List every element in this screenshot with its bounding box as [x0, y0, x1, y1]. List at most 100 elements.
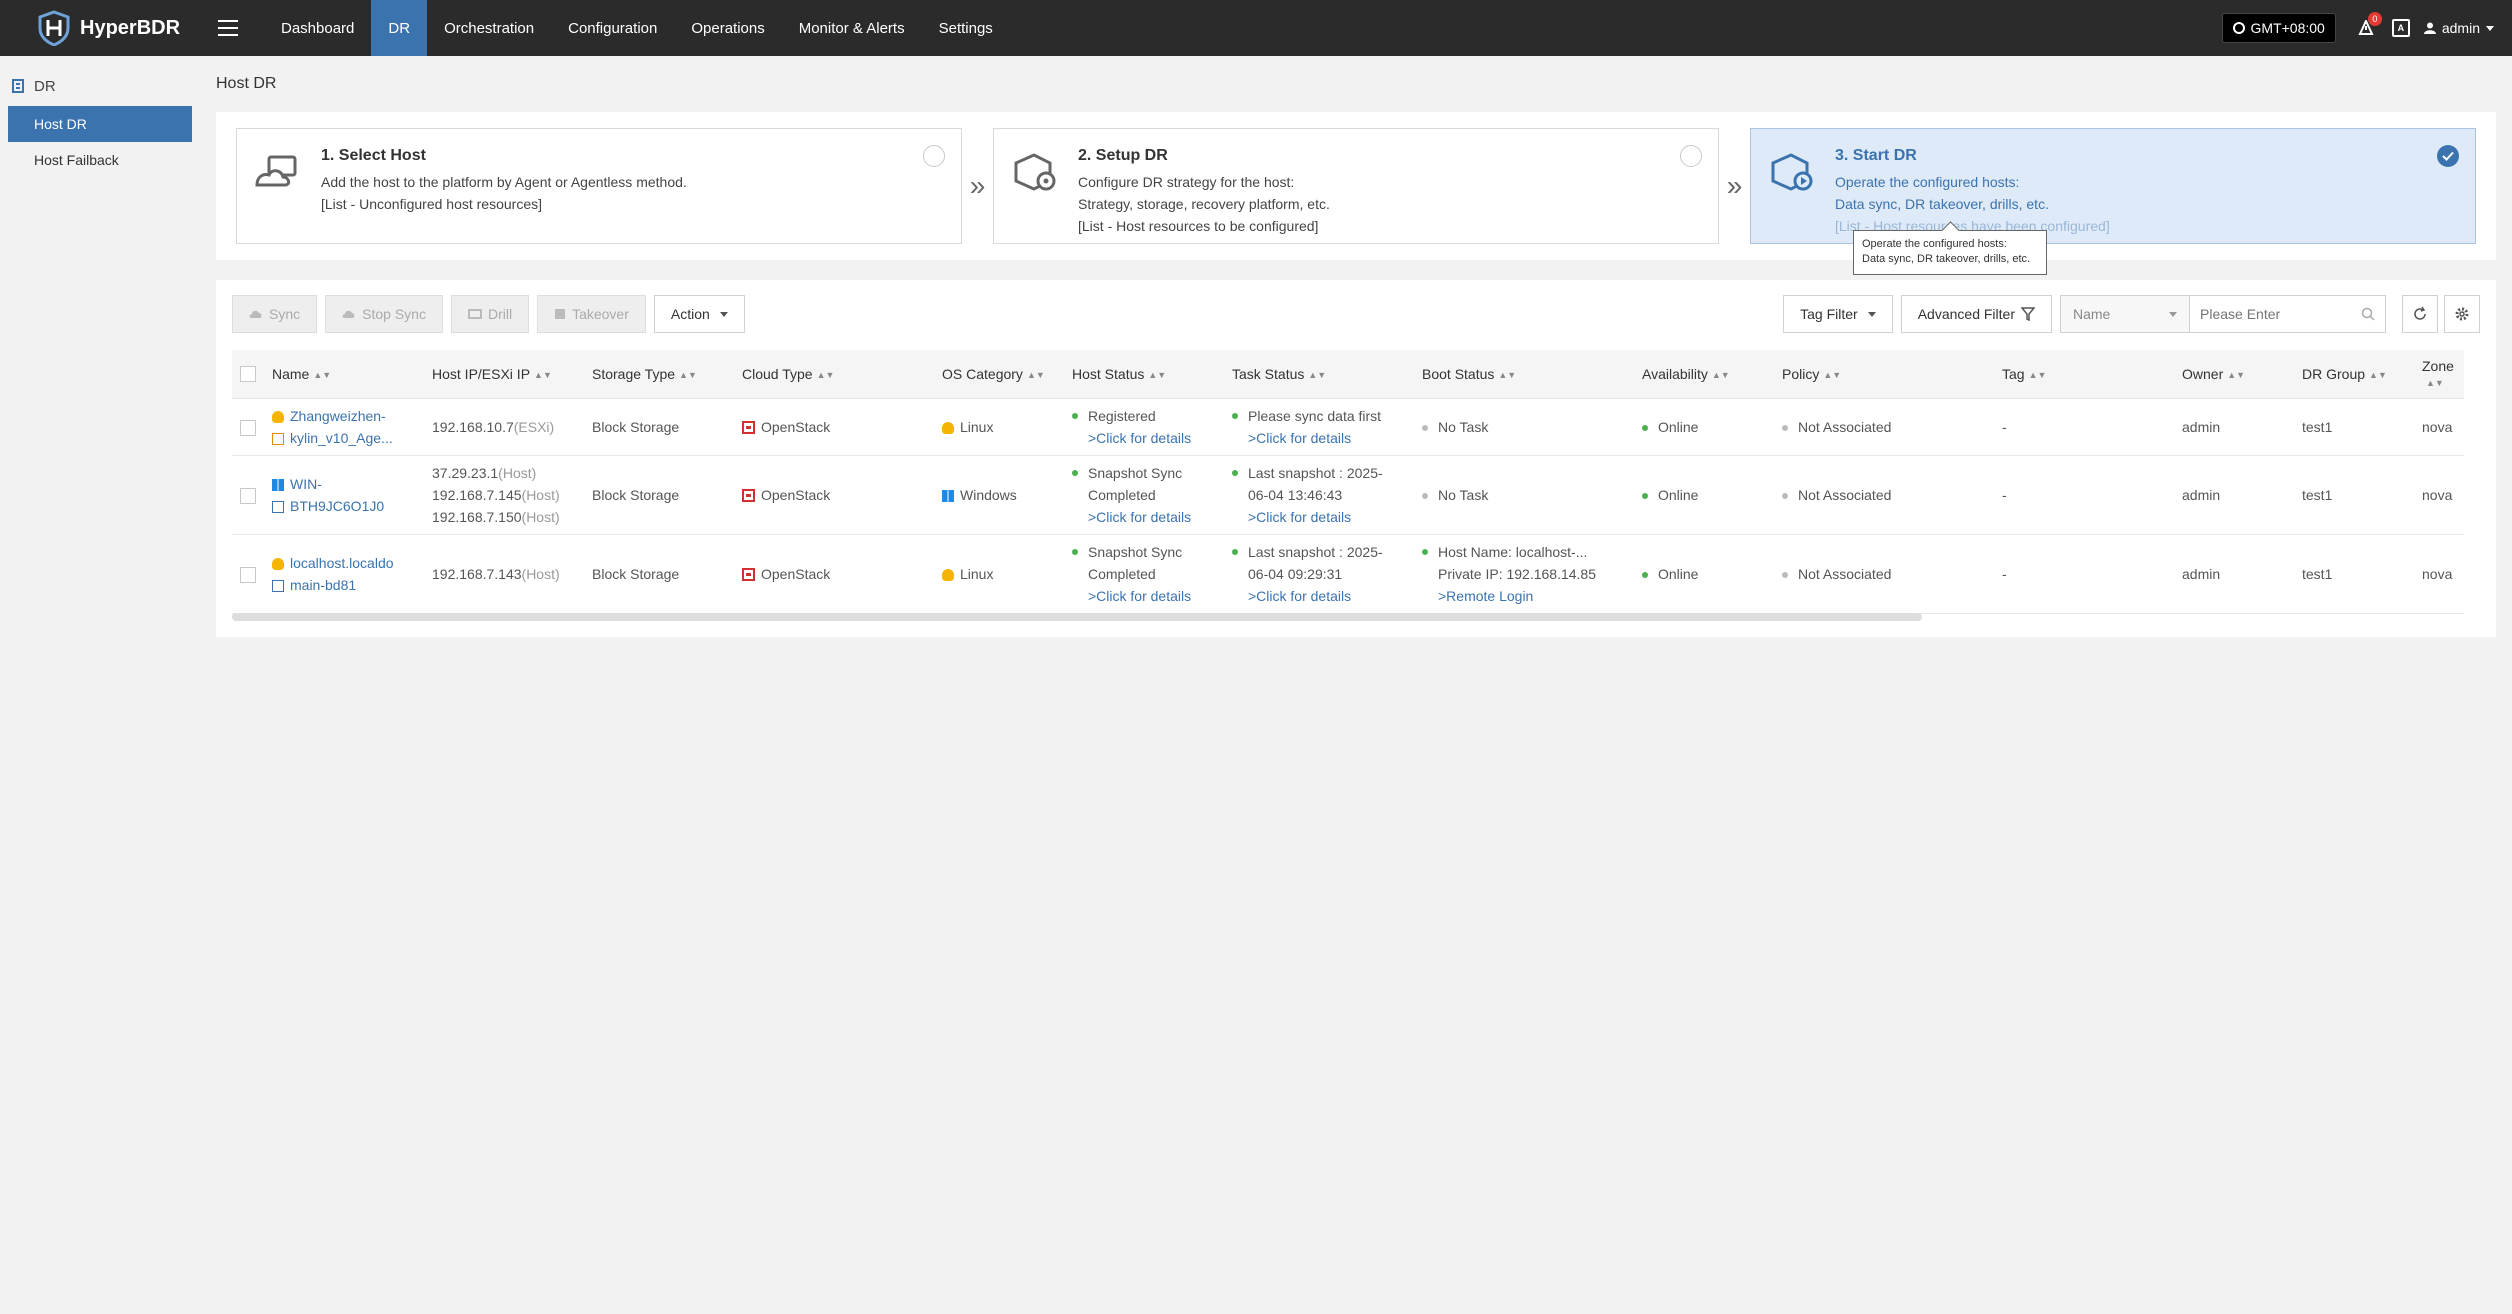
user-icon — [2423, 22, 2436, 34]
status-dot — [1782, 492, 1788, 499]
app-logo[interactable]: HyperBDR — [36, 9, 186, 47]
check-circle-icon[interactable] — [2437, 145, 2459, 167]
search-icon[interactable] — [2361, 307, 2375, 321]
takeover-button[interactable]: Takeover — [537, 295, 646, 333]
host-status-cell: Snapshot Sync Completed >Click for details — [1064, 534, 1224, 614]
table-row[interactable]: WIN- BTH9JC6O1J0 37.29.23.1(Host) 192.16… — [232, 455, 2464, 535]
host-name-link[interactable]: Zhangweizhen- — [290, 408, 386, 424]
sort-icon[interactable]: ▲▼ — [679, 370, 697, 380]
alerts-button[interactable]: 0 — [2356, 12, 2382, 38]
sidebar-section-header: DR — [0, 56, 200, 106]
nav-operations[interactable]: Operations — [674, 0, 781, 56]
col-header-cloud-type[interactable]: Cloud Type ▲▼ — [734, 350, 934, 399]
host-name-link[interactable]: kylin_v10_Age... — [290, 430, 393, 446]
sort-icon[interactable]: ▲▼ — [817, 370, 835, 380]
step-start-dr[interactable]: 3. Start DR Operate the configured hosts… — [1750, 128, 2476, 244]
sidebar: DR Host DR Host Failback — [0, 56, 200, 1314]
sort-icon[interactable]: ▲▼ — [2426, 378, 2444, 388]
host-name-link[interactable]: WIN- — [290, 476, 322, 492]
col-header-os-category[interactable]: OS Category ▲▼ — [934, 350, 1064, 399]
sort-icon[interactable]: ▲▼ — [2369, 370, 2387, 380]
step-select-host[interactable]: 1. Select Host Add the host to the platf… — [236, 128, 962, 244]
col-header-host-status[interactable]: Host Status ▲▼ — [1064, 350, 1224, 399]
dr-group-cell: test1 — [2294, 534, 2414, 614]
details-link[interactable]: >Click for details — [1088, 506, 1191, 528]
host-name-link[interactable]: BTH9JC6O1J0 — [290, 498, 384, 514]
nav-orchestration[interactable]: Orchestration — [427, 0, 551, 56]
details-link[interactable]: >Click for details — [1088, 427, 1191, 449]
table-row[interactable]: Zhangweizhen- kylin_v10_Age... 192.168.1… — [232, 398, 2464, 456]
col-header-storage-type[interactable]: Storage Type ▲▼ — [584, 350, 734, 399]
sort-icon[interactable]: ▲▼ — [1498, 370, 1516, 380]
details-link[interactable]: >Click for details — [1088, 585, 1191, 607]
col-header-owner[interactable]: Owner ▲▼ — [2174, 350, 2294, 399]
table-row[interactable]: localhost.localdo main-bd81 192.168.7.14… — [232, 534, 2464, 614]
sort-icon[interactable]: ▲▼ — [1027, 370, 1045, 380]
sort-icon[interactable]: ▲▼ — [1712, 370, 1730, 380]
horizontal-scrollbar[interactable] — [232, 613, 1922, 621]
tag-filter-dropdown[interactable]: Tag Filter — [1783, 295, 1893, 333]
settings-button[interactable] — [2444, 295, 2480, 333]
menu-toggle-icon[interactable] — [218, 20, 238, 36]
sort-icon[interactable]: ▲▼ — [2227, 370, 2245, 380]
sort-icon[interactable]: ▲▼ — [1148, 370, 1166, 380]
step-select-host-radio[interactable] — [923, 145, 945, 167]
app-name: HyperBDR — [80, 16, 181, 39]
step-setup-dr[interactable]: 2. Setup DR Configure DR strategy for th… — [993, 128, 1719, 244]
user-menu[interactable]: admin — [2423, 20, 2494, 36]
advanced-filter-button[interactable]: Advanced Filter — [1900, 295, 2052, 333]
status-dot — [1642, 571, 1648, 578]
sidebar-item-host-dr[interactable]: Host DR — [8, 106, 192, 142]
nav-monitor-alerts[interactable]: Monitor & Alerts — [782, 0, 922, 56]
host-name-link[interactable]: localhost.localdo — [290, 555, 394, 571]
sync-button[interactable]: Sync — [232, 295, 318, 333]
sort-icon[interactable]: ▲▼ — [313, 370, 331, 380]
col-header-name[interactable]: Name ▲▼ — [264, 350, 424, 399]
sidebar-item-host-failback[interactable]: Host Failback — [8, 142, 192, 178]
sort-icon[interactable]: ▲▼ — [534, 370, 552, 380]
details-link[interactable]: >Click for details — [1248, 585, 1383, 607]
select-all-cell — [232, 350, 264, 399]
col-header-zone[interactable]: Zone▲▼ — [2414, 350, 2464, 399]
action-dropdown[interactable]: Action — [653, 295, 745, 333]
col-header-boot-status[interactable]: Boot Status ▲▼ — [1414, 350, 1634, 399]
host-name-link[interactable]: main-bd81 — [290, 577, 356, 593]
nav-dashboard[interactable]: Dashboard — [264, 0, 371, 56]
nav-settings[interactable]: Settings — [922, 0, 1010, 56]
col-header-task-status[interactable]: Task Status ▲▼ — [1224, 350, 1414, 399]
nav-dr[interactable]: DR — [371, 0, 428, 56]
table-header-row: Name ▲▼ Host IP/ESXi IP ▲▼ Storage Type ▲▼ … — [232, 350, 2464, 399]
nav-configuration[interactable]: Configuration — [551, 0, 674, 56]
step-setup-dr-title: 2. Setup DR — [1078, 147, 1168, 164]
sort-icon[interactable]: ▲▼ — [2029, 370, 2047, 380]
col-header-availability[interactable]: Availability ▲▼ — [1634, 350, 1774, 399]
policy-cell: Not Associated — [1774, 455, 1994, 535]
language-icon[interactable]: A — [2391, 19, 2410, 37]
drill-button[interactable]: Drill — [450, 295, 530, 333]
linux-penguin-icon — [942, 568, 954, 581]
timezone-button[interactable]: GMT+08:00 — [2221, 13, 2336, 43]
col-header-policy[interactable]: Policy ▲▼ — [1774, 350, 1994, 399]
host-name-cell: WIN- BTH9JC6O1J0 — [264, 455, 424, 535]
agent-icon — [272, 432, 284, 445]
col-header-dr-group[interactable]: DR Group ▲▼ — [2294, 350, 2414, 399]
refresh-button[interactable] — [2402, 295, 2438, 333]
details-link[interactable]: >Click for details — [1248, 506, 1383, 528]
details-link[interactable]: >Click for details — [1248, 427, 1381, 449]
row-select-cell — [232, 398, 264, 456]
col-header-tag[interactable]: Tag ▲▼ — [1994, 350, 2174, 399]
remote-login-link[interactable]: >Remote Login — [1438, 585, 1596, 607]
select-all-checkbox[interactable] — [240, 366, 256, 383]
col-header-host-ip[interactable]: Host IP/ESXi IP ▲▼ — [424, 350, 584, 399]
sort-icon[interactable]: ▲▼ — [1823, 370, 1841, 380]
search-input[interactable] — [2200, 306, 2350, 322]
openstack-icon — [742, 568, 755, 582]
availability-cell: Online — [1634, 455, 1774, 535]
search-field-select[interactable]: Name — [2060, 295, 2190, 333]
row-checkbox[interactable] — [240, 419, 256, 436]
step-setup-dr-radio[interactable] — [1680, 145, 1702, 167]
row-checkbox[interactable] — [240, 566, 256, 583]
stop-sync-button[interactable]: Stop Sync — [325, 295, 443, 333]
sort-icon[interactable]: ▲▼ — [1308, 370, 1326, 380]
row-checkbox[interactable] — [240, 487, 256, 504]
